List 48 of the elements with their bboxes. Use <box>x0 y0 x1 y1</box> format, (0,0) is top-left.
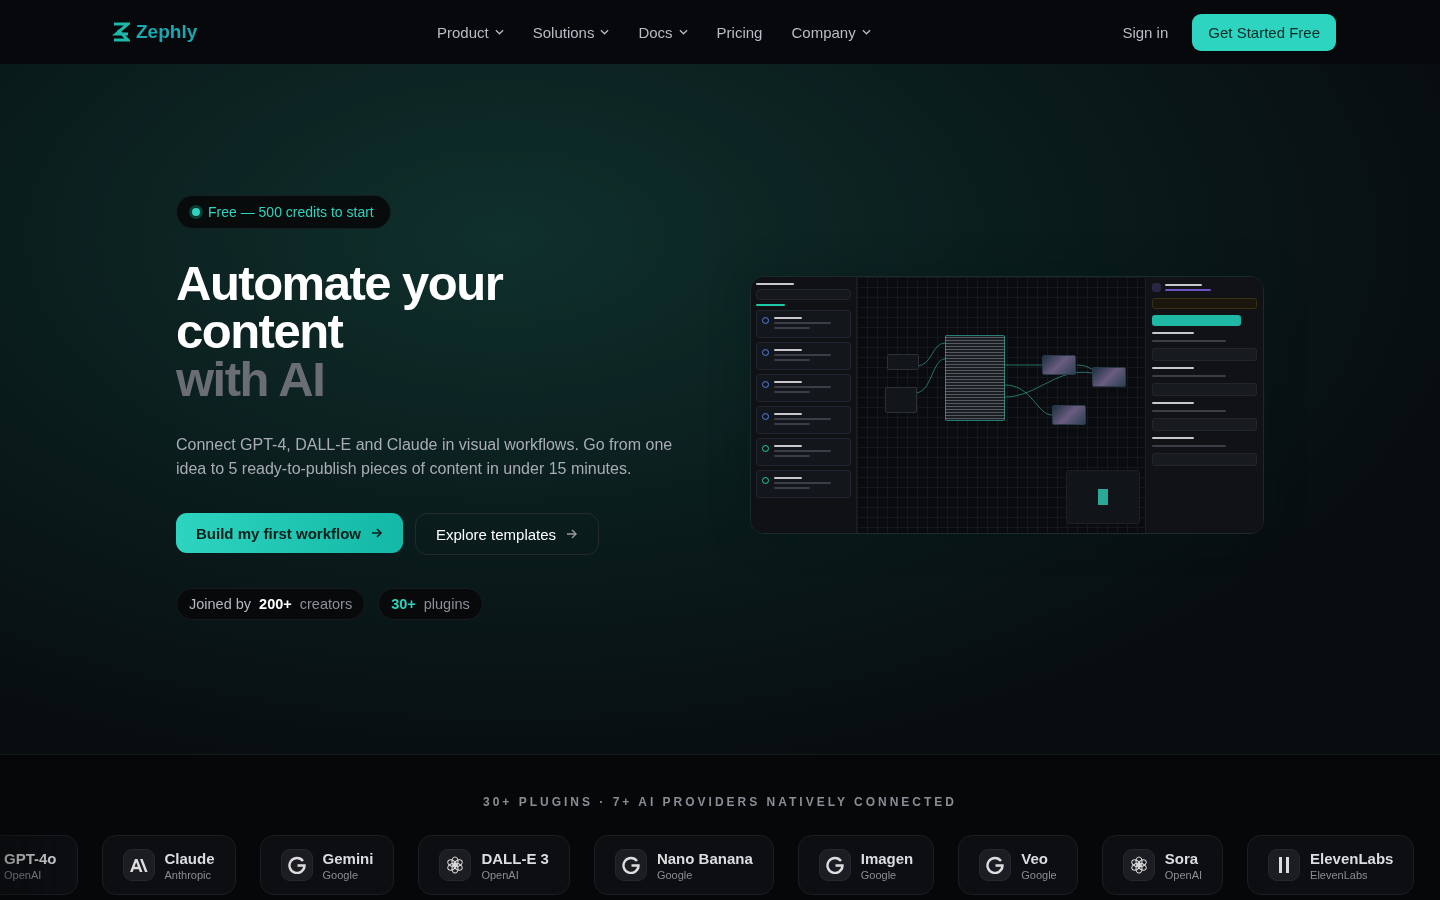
google-logo-icon <box>825 856 844 874</box>
build-workflow-button[interactable]: Build my first workflow <box>176 513 403 553</box>
provider-name: Gemini <box>322 849 374 867</box>
stat-value: 30+ <box>391 596 416 612</box>
stat-label: plugins <box>423 596 470 612</box>
provider-vendor: Google <box>860 868 898 881</box>
logo-icon <box>112 22 130 42</box>
anthropic-logo-icon <box>129 858 148 872</box>
google-logo-icon <box>621 856 640 874</box>
provider-vendor: ElevenLabs <box>1310 868 1369 881</box>
provider-vendor: Google <box>1021 868 1057 881</box>
arrow-right-icon <box>371 527 383 539</box>
provider-vendor: Google <box>322 868 359 881</box>
nav-link[interactable]: Company <box>791 23 871 41</box>
stat-value: 200+ <box>259 596 292 612</box>
explore-templates-button[interactable]: Explore templates <box>415 513 600 555</box>
logo-text[interactable]: Zephly <box>136 21 198 43</box>
google-logo-icon <box>287 856 306 874</box>
provider-vendor: Anthropic <box>164 868 212 881</box>
nav-link[interactable]: Pricing <box>716 23 763 41</box>
provider-vendor: OpenAI <box>4 868 43 881</box>
provider-name: Claude <box>164 849 215 867</box>
sign-in-link[interactable]: Sign in <box>1122 23 1169 41</box>
elevenlabs-logo-icon <box>1279 857 1290 873</box>
provider-vendor: OpenAI <box>481 868 520 881</box>
stat-label: Joined by <box>189 596 252 612</box>
hero-title: Automate your content with AI <box>176 259 504 403</box>
provider-name: Imagen <box>860 849 914 867</box>
provider-name: ElevenLabs <box>1310 849 1394 867</box>
stat-label: creators <box>299 596 353 612</box>
provider-name: DALL-E 3 <box>481 849 549 867</box>
openai-logo-icon <box>1129 856 1148 874</box>
hero-description: Connect GPT-4, DALL-E and Claude in visual workflows. Go from one idea to 5 ready-to-publish pieces of content in under 15 minutes. <box>176 435 674 479</box>
google-logo-icon <box>986 856 1005 874</box>
nav-link[interactable]: Product <box>437 23 504 41</box>
provider-name: Sora <box>1164 849 1200 867</box>
provider-vendor: Google <box>656 868 694 881</box>
nav-link[interactable]: Docs <box>638 23 688 41</box>
get-started-button[interactable]: Get Started Free <box>1192 13 1336 51</box>
arrow-right-icon <box>566 528 579 540</box>
provider-name: GPT-4o <box>4 849 57 867</box>
openai-logo-icon <box>446 856 465 874</box>
provider-name: Veo <box>1021 849 1049 867</box>
credits-badge: Free — 500 credits to start <box>176 195 391 229</box>
nav-link[interactable]: Solutions <box>532 23 610 41</box>
providers-heading: 30+ PLUGINS · 7+ AI PROVIDERS NATIVELY CONNECTED <box>481 795 959 809</box>
provider-vendor: OpenAI <box>1164 868 1203 881</box>
provider-name: Nano Banana <box>656 849 753 867</box>
